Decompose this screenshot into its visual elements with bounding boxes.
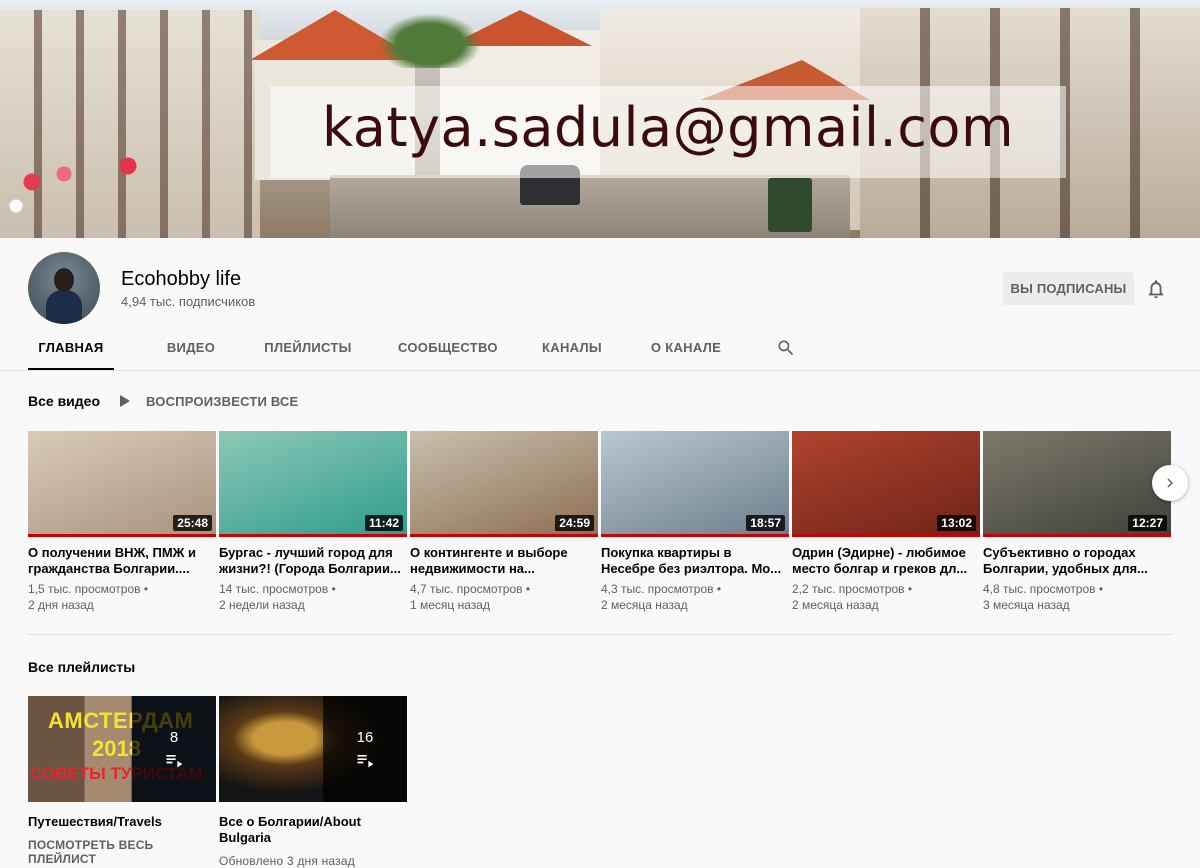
- video-title[interactable]: Одрин (Эдирне) - любимое место болгар и …: [792, 545, 980, 577]
- header-divider: [0, 370, 1200, 371]
- playlist-thumbnail[interactable]: АМСТЕРДАМ 2018 СОВЕТЫ ТУРИСТАМ 8: [28, 696, 216, 802]
- video-title[interactable]: Бургас - лучший город для жизни?! (Город…: [219, 545, 407, 577]
- video-thumbnail[interactable]: 25:48: [28, 431, 216, 537]
- next-arrow-icon[interactable]: [1152, 465, 1188, 501]
- video-card[interactable]: 12:27 Субъективно о городах Болгарии, удо…: [983, 431, 1171, 613]
- playlist-overlay: 16: [323, 696, 407, 802]
- playlist-count: 16: [356, 728, 374, 746]
- video-duration: 24:59: [555, 515, 594, 531]
- video-card[interactable]: 25:48 О получении ВНЖ, ПМЖ и гражданства …: [28, 431, 216, 613]
- video-duration: 25:48: [173, 515, 212, 531]
- play-icon: [120, 395, 130, 407]
- subscribed-button[interactable]: ВЫ ПОДПИСАНЫ: [1003, 272, 1134, 305]
- video-views: 1,5 тыс. просмотров •: [28, 582, 149, 596]
- play-all-button[interactable]: ВОСПРОИЗВЕСТИ ВСЕ: [120, 392, 298, 410]
- watch-progress-bar: [219, 534, 407, 537]
- banner-trees: [370, 8, 490, 68]
- videos-shelf-title[interactable]: Все видео: [28, 393, 100, 409]
- watch-progress-bar: [792, 534, 980, 537]
- tab-channels[interactable]: КАНАЛЫ: [540, 332, 604, 370]
- watch-progress-bar: [601, 534, 789, 537]
- video-views: 2,2 тыс. просмотров •: [792, 582, 913, 596]
- playlist-title[interactable]: Все о Болгарии/About Bulgaria: [219, 814, 407, 846]
- video-thumbnail[interactable]: 18:57: [601, 431, 789, 537]
- video-title[interactable]: О получении ВНЖ, ПМЖ и гражданства Болга…: [28, 545, 216, 577]
- video-views: 4,7 тыс. просмотров •: [410, 582, 531, 596]
- channel-search-icon[interactable]: [776, 338, 796, 358]
- subscriber-count: 4,94 тыс. подписчиков: [121, 294, 256, 309]
- video-card[interactable]: 18:57 Покупка квартиры в Несебре без риэл…: [601, 431, 789, 613]
- video-age: 2 месяца назад: [792, 598, 879, 612]
- video-duration: 13:02: [937, 515, 976, 531]
- banner-flowers: [0, 150, 160, 230]
- video-age: 1 месяц назад: [410, 598, 490, 612]
- video-age: 3 месяца назад: [983, 598, 1070, 612]
- tab-playlists[interactable]: ПЛЕЙЛИСТЫ: [261, 332, 355, 370]
- playlist-thumbnail[interactable]: 16: [219, 696, 407, 802]
- video-duration: 12:27: [1128, 515, 1167, 531]
- playlist-icon: [357, 754, 374, 767]
- tab-home[interactable]: ГЛАВНАЯ: [28, 332, 114, 370]
- channel-banner: katya.sadula@gmail.com: [0, 0, 1200, 238]
- playlist-count: 8: [169, 728, 179, 746]
- video-views: 4,3 тыс. просмотров •: [601, 582, 722, 596]
- play-all-label: ВОСПРОИЗВЕСТИ ВСЕ: [146, 393, 299, 409]
- playlist-title[interactable]: Путешествия/Travels: [28, 814, 216, 830]
- tab-about[interactable]: О КАНАЛЕ: [648, 332, 724, 370]
- video-thumbnail[interactable]: 24:59: [410, 431, 598, 537]
- watch-progress-bar: [983, 534, 1171, 537]
- view-full-playlist-link[interactable]: ПОСМОТРЕТЬ ВЕСЬ ПЛЕЙЛИСТ: [28, 838, 216, 866]
- playlist-icon: [166, 754, 183, 767]
- watch-progress-bar: [410, 534, 598, 537]
- banner-bins: [768, 178, 812, 232]
- channel-name: Ecohobby life: [121, 268, 242, 290]
- tab-community[interactable]: СООБЩЕСТВО: [398, 332, 497, 370]
- video-card[interactable]: 13:02 Одрин (Эдирне) - любимое место болг…: [792, 431, 980, 613]
- channel-header: Ecohobby life 4,94 тыс. подписчиков ВЫ П…: [0, 238, 1200, 370]
- video-card[interactable]: 11:42 Бургас - лучший город для жизни?! (…: [219, 431, 407, 613]
- video-duration: 11:42: [364, 515, 403, 531]
- video-views: 14 тыс. просмотров •: [219, 582, 336, 596]
- playlist-card[interactable]: АМСТЕРДАМ 2018 СОВЕТЫ ТУРИСТАМ 8 Путешес…: [28, 696, 216, 866]
- video-title[interactable]: Покупка квартиры в Несебре без риэлтора.…: [601, 545, 789, 577]
- notification-bell-icon[interactable]: [1145, 278, 1167, 300]
- playlist-updated: Обновлено 3 дня назад: [219, 854, 355, 868]
- video-thumbnail[interactable]: 11:42: [219, 431, 407, 537]
- shelf-divider: [28, 634, 1172, 635]
- video-thumbnail[interactable]: 13:02: [792, 431, 980, 537]
- avatar-figure-head: [54, 268, 74, 292]
- video-card[interactable]: 24:59 О контингенте и выборе недвижимости…: [410, 431, 598, 613]
- playlists-shelf-title[interactable]: Все плейлисты: [28, 659, 135, 675]
- banner-email-text: katya.sadula@gmail.com: [321, 96, 1015, 159]
- avatar-figure-body: [46, 290, 82, 324]
- watch-progress-bar: [28, 534, 216, 537]
- playlist-overlay: 8: [132, 696, 216, 802]
- video-views: 4,8 тыс. просмотров •: [983, 582, 1104, 596]
- video-thumbnail[interactable]: 12:27: [983, 431, 1171, 537]
- video-duration: 18:57: [746, 515, 785, 531]
- video-age: 2 недели назад: [219, 598, 305, 612]
- banner-email-overlay: katya.sadula@gmail.com: [270, 86, 1066, 178]
- video-age: 2 месяца назад: [601, 598, 688, 612]
- playlist-card[interactable]: 16 Все о Болгарии/About Bulgaria Обновле…: [219, 696, 407, 868]
- tab-videos[interactable]: ВИДЕО: [158, 332, 224, 370]
- channel-avatar[interactable]: [28, 252, 100, 324]
- video-title[interactable]: Субъективно о городах Болгарии, удобных …: [983, 545, 1171, 577]
- video-age: 2 дня назад: [28, 598, 94, 612]
- video-title[interactable]: О контингенте и выборе недвижимости на..…: [410, 545, 598, 577]
